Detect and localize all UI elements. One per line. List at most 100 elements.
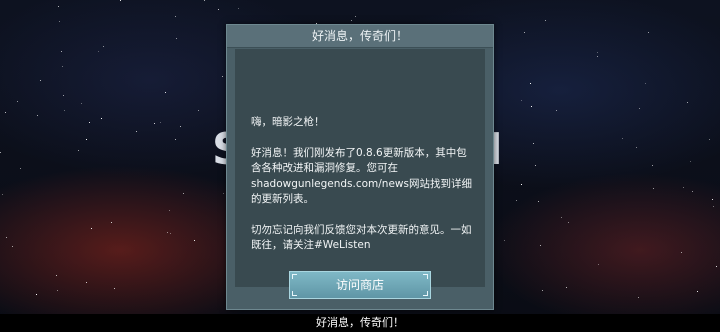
star: [98, 51, 99, 52]
star: [40, 80, 41, 81]
star: [175, 139, 176, 140]
dialog-message: 嗨，暗影之枪！ 好消息！我们刚发布了0.8.6更新版本，其中包含各种改进和漏洞修…: [235, 49, 485, 287]
star: [160, 122, 161, 123]
star: [170, 233, 171, 234]
star: [86, 139, 87, 140]
star: [111, 222, 112, 223]
star: [709, 139, 710, 140]
star: [597, 56, 598, 57]
star: [20, 168, 21, 169]
star: [62, 66, 63, 67]
star: [639, 108, 640, 109]
star: [167, 232, 168, 233]
subtitle-bar: 好消息，传奇们！: [0, 314, 720, 332]
star: [78, 150, 79, 151]
dialog-title: 好消息，传奇们！: [227, 25, 493, 48]
corner-decoration: [423, 291, 428, 296]
star: [63, 95, 64, 96]
star: [652, 165, 653, 166]
star: [223, 193, 224, 194]
visit-store-button[interactable]: 访问商店: [289, 271, 431, 299]
star: [6, 237, 7, 238]
star: [58, 6, 59, 7]
star: [37, 115, 38, 116]
star: [692, 191, 693, 192]
star: [530, 83, 531, 84]
star: [683, 187, 684, 188]
star: [622, 138, 623, 139]
star: [183, 193, 184, 194]
star: [516, 200, 517, 201]
star: [542, 290, 543, 291]
star: [136, 131, 137, 132]
star: [351, 20, 352, 21]
star: [697, 291, 698, 292]
visit-store-label: 访问商店: [335, 278, 384, 292]
star: [566, 287, 567, 288]
star: [597, 52, 598, 53]
star: [653, 188, 654, 189]
star: [36, 294, 37, 295]
star: [17, 101, 18, 102]
star: [57, 290, 58, 291]
star: [716, 266, 717, 267]
star: [222, 76, 223, 77]
star: [86, 282, 87, 283]
corner-decoration: [292, 291, 297, 296]
star: [114, 288, 115, 289]
star: [103, 46, 104, 47]
star: [204, 0, 205, 1]
star: [59, 21, 60, 22]
star: [535, 165, 536, 166]
star: [568, 222, 569, 223]
star: [91, 228, 92, 229]
star: [521, 100, 522, 101]
star: [690, 161, 691, 162]
star: [648, 32, 649, 33]
star: [713, 206, 714, 207]
star: [165, 92, 166, 93]
star: [56, 275, 57, 276]
star: [540, 245, 541, 246]
star: [5, 112, 6, 113]
star: [64, 110, 65, 111]
star: [531, 106, 532, 107]
star: [521, 184, 522, 185]
star: [545, 20, 546, 21]
star: [638, 297, 639, 298]
star: [504, 240, 505, 241]
star: [198, 110, 199, 111]
star: [538, 201, 539, 202]
star: [169, 210, 170, 211]
star: [154, 123, 155, 124]
star: [194, 240, 195, 241]
star: [556, 110, 557, 111]
star: [89, 122, 90, 123]
star: [645, 83, 646, 84]
star: [180, 126, 181, 127]
star: [561, 217, 562, 218]
star: [81, 103, 82, 104]
star: [218, 9, 219, 10]
star: [101, 118, 102, 119]
star: [175, 16, 176, 17]
star: [636, 147, 637, 148]
greeting-text: 嗨，暗影之枪！: [251, 116, 325, 128]
star: [533, 143, 534, 144]
star: [238, 8, 239, 9]
star: [61, 51, 62, 52]
star: [524, 32, 525, 33]
corner-decoration: [423, 274, 428, 279]
star: [2, 194, 3, 195]
star: [12, 246, 13, 247]
star: [355, 16, 356, 17]
corner-decoration: [292, 274, 297, 279]
feedback-text: 切勿忘记向我们反馈您对本次更新的意见。一如既往，请关注#WeListen: [251, 223, 472, 252]
star: [687, 102, 688, 103]
star: [712, 199, 713, 200]
star: [0, 152, 1, 153]
star: [120, 0, 121, 1]
star: [681, 252, 682, 253]
update-text: 好消息！我们刚发布了0.8.6更新版本，其中包含各种改进和漏洞修复。您可在sha…: [251, 146, 472, 206]
star: [598, 264, 599, 265]
